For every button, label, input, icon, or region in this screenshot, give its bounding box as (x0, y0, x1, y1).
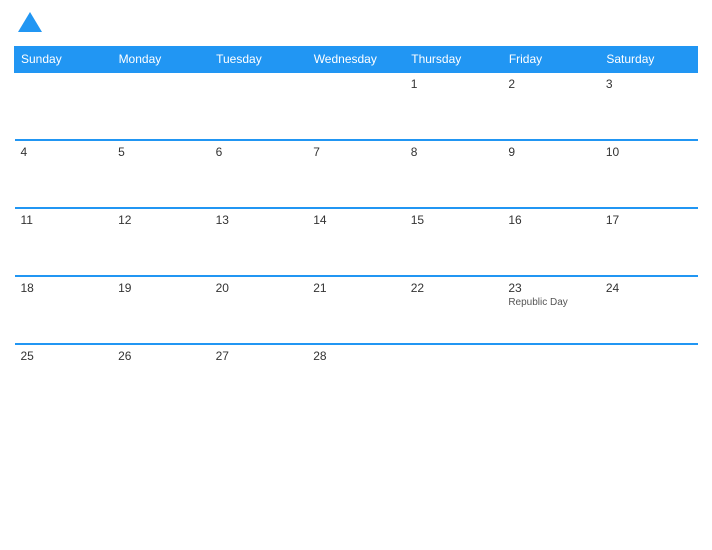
calendar-cell: 3 (600, 72, 698, 140)
weekday-header-wednesday: Wednesday (307, 47, 405, 73)
calendar-cell: 19 (112, 276, 210, 344)
day-number: 19 (118, 281, 204, 295)
day-number: 13 (216, 213, 302, 227)
day-number: 26 (118, 349, 204, 363)
calendar-cell (112, 72, 210, 140)
day-number: 6 (216, 145, 302, 159)
weekday-header-friday: Friday (502, 47, 600, 73)
calendar-cell: 7 (307, 140, 405, 208)
day-number: 1 (411, 77, 497, 91)
calendar-cell: 4 (15, 140, 113, 208)
day-number: 11 (21, 213, 107, 227)
calendar-cell: 6 (210, 140, 308, 208)
day-number: 28 (313, 349, 399, 363)
day-number: 7 (313, 145, 399, 159)
day-number: 21 (313, 281, 399, 295)
day-number: 15 (411, 213, 497, 227)
day-number: 9 (508, 145, 594, 159)
calendar-cell: 25 (15, 344, 113, 412)
calendar-cell: 21 (307, 276, 405, 344)
calendar-cell: 22 (405, 276, 503, 344)
day-number: 16 (508, 213, 594, 227)
calendar-cell: 12 (112, 208, 210, 276)
calendar-cell (502, 344, 600, 412)
calendar-cell: 27 (210, 344, 308, 412)
calendar-cell: 17 (600, 208, 698, 276)
calendar-cell: 8 (405, 140, 503, 208)
week-row-4: 18 19 20 21 22 23 Republic Day 24 (15, 276, 698, 344)
day-number: 24 (606, 281, 692, 295)
day-number: 25 (21, 349, 107, 363)
day-number: 14 (313, 213, 399, 227)
calendar-cell: 16 (502, 208, 600, 276)
day-number: 10 (606, 145, 692, 159)
calendar-cell: 14 (307, 208, 405, 276)
calendar-cell: 1 (405, 72, 503, 140)
week-row-2: 456789 10 (15, 140, 698, 208)
calendar-cell (405, 344, 503, 412)
day-number: 8 (411, 145, 497, 159)
calendar-cell (600, 344, 698, 412)
day-number: 17 (606, 213, 692, 227)
day-number: 5 (118, 145, 204, 159)
logo (14, 10, 44, 38)
calendar-body: 1234567891011121314151617181920212223Rep… (15, 72, 698, 412)
event-label: Republic Day (508, 297, 594, 308)
calendar-cell: 15 (405, 208, 503, 276)
calendar-cell: 23 Republic Day (502, 276, 600, 344)
day-number: 27 (216, 349, 302, 363)
calendar-cell: 28 (307, 344, 405, 412)
day-number: 2 (508, 77, 594, 91)
week-row-5: 25 26 27 28 (15, 344, 698, 412)
week-row-1: 123 (15, 72, 698, 140)
day-number: 12 (118, 213, 204, 227)
weekday-header-saturday: Saturday (600, 47, 698, 73)
calendar-table: SundayMondayTuesdayWednesdayThursdayFrid… (14, 46, 698, 412)
day-number: 22 (411, 281, 497, 295)
calendar-cell: 26 (112, 344, 210, 412)
weekday-header-sunday: Sunday (15, 47, 113, 73)
calendar-cell (210, 72, 308, 140)
weekday-header-monday: Monday (112, 47, 210, 73)
calendar-cell: 13 (210, 208, 308, 276)
calendar-page: SundayMondayTuesdayWednesdayThursdayFrid… (0, 0, 712, 550)
calendar-cell: 20 (210, 276, 308, 344)
weekday-header-tuesday: Tuesday (210, 47, 308, 73)
calendar-cell (307, 72, 405, 140)
calendar-cell: 5 (112, 140, 210, 208)
calendar-cell: 24 (600, 276, 698, 344)
header (14, 10, 698, 38)
day-number: 20 (216, 281, 302, 295)
day-number: 4 (21, 145, 107, 159)
calendar-cell: 18 (15, 276, 113, 344)
calendar-cell (15, 72, 113, 140)
day-number: 3 (606, 77, 692, 91)
weekday-header-thursday: Thursday (405, 47, 503, 73)
day-number: 23 (508, 281, 594, 295)
logo-icon (16, 10, 44, 38)
weekday-header-row: SundayMondayTuesdayWednesdayThursdayFrid… (15, 47, 698, 73)
calendar-cell: 9 (502, 140, 600, 208)
calendar-cell: 10 (600, 140, 698, 208)
day-number: 18 (21, 281, 107, 295)
week-row-3: 11 12 13 14 15 16 17 (15, 208, 698, 276)
calendar-cell: 11 (15, 208, 113, 276)
calendar-cell: 2 (502, 72, 600, 140)
calendar-header: SundayMondayTuesdayWednesdayThursdayFrid… (15, 47, 698, 73)
